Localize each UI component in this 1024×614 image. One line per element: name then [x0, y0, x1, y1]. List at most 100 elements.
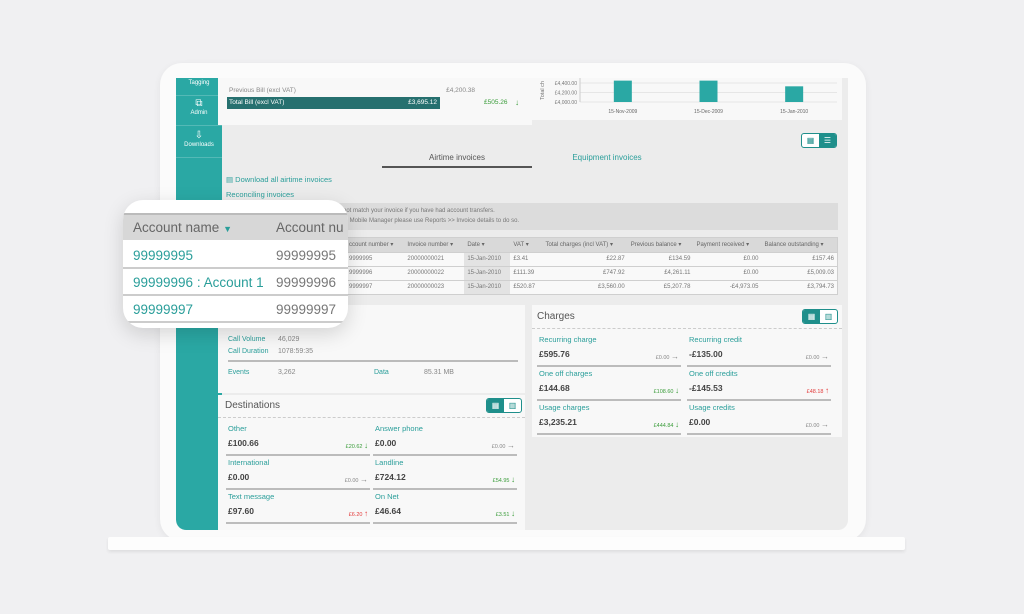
- sidebar-item-downloads[interactable]: ⇩ Downloads: [176, 126, 222, 158]
- table-cell: 15-Jan-2010: [464, 265, 511, 280]
- table-cell: £5,009.03: [761, 265, 837, 280]
- metric-tile: Recurring charge £595.76 £0.00 →: [537, 333, 681, 367]
- arrow-down-icon: ↓: [511, 475, 515, 484]
- table-row[interactable]: 9999995 20000000021 15-Jan-2010 £3.41 £22.87…: [346, 251, 837, 266]
- sidebar-item-tagging[interactable]: Tagging: [176, 78, 222, 96]
- column-header[interactable]: Previous balance ▾: [627, 238, 694, 252]
- grid-view-icon[interactable]: ▦: [487, 399, 504, 412]
- column-header[interactable]: Balance outstanding ▾: [761, 238, 837, 252]
- download-all-link[interactable]: ▤ Download all airtime invoices: [226, 175, 332, 184]
- popup-header: Account name ▼ Account nu: [123, 213, 348, 240]
- table-row[interactable]: 9999996 20000000022 15-Jan-2010 £111.39 £747…: [346, 265, 837, 280]
- charges-title: Charges: [537, 311, 575, 322]
- bar: [699, 80, 718, 102]
- sidebar-item-label: Admin: [190, 110, 208, 116]
- column-header[interactable]: Total charges (incl VAT) ▾: [542, 238, 628, 252]
- metric-value: £100.66: [228, 438, 259, 448]
- list-view-icon[interactable]: ☰: [819, 134, 836, 147]
- view-toggle[interactable]: ▦ ☰: [801, 133, 837, 148]
- sidebar-item-label: Downloads: [184, 142, 214, 148]
- table-cell: £111.39: [510, 265, 543, 280]
- bar-chart-icon[interactable]: ▥: [504, 399, 521, 412]
- call-volume-value: 46,029: [278, 336, 300, 343]
- account-dropdown-popup: Account name ▼ Account nu 99999995 999999…: [123, 200, 348, 328]
- download-all-label: Download all airtime invoices: [235, 175, 332, 184]
- metric-change: £3.51: [495, 512, 510, 518]
- table-cell: 9999995: [346, 251, 405, 266]
- metric-tile: Recurring credit -£135.00 £0.00 →: [687, 333, 831, 367]
- account-number: 99999996: [276, 275, 337, 290]
- metric-value: £0.00: [689, 417, 711, 427]
- metric-change: £54.95: [492, 478, 510, 484]
- metric-label: On Net: [375, 492, 399, 501]
- total-charges-chart: £4,400.00 £4,200.00 £4,000.00 Total ch 15-No…: [540, 78, 837, 115]
- account-option[interactable]: 99999996 : Account 1 99999996: [123, 269, 348, 296]
- admin-icon: ⧉: [195, 98, 203, 109]
- table-cell: £4,261.11: [627, 265, 694, 280]
- metric-change: £444.84: [653, 423, 674, 429]
- table-cell: £0.00: [693, 265, 762, 280]
- metric-label: Text message: [228, 492, 275, 501]
- account-option[interactable]: 99999995 99999995: [123, 242, 348, 269]
- metric-value: £97.60: [228, 506, 254, 516]
- metric-change: £20.62: [345, 444, 363, 450]
- metric-change: £108.60: [653, 389, 674, 395]
- metric-label: Landline: [375, 458, 404, 467]
- metric-tile: One off charges £144.68 £108.60 ↓: [537, 367, 681, 401]
- bar: [613, 80, 632, 102]
- table-cell: 20000000023: [404, 279, 465, 294]
- charges-view-toggle[interactable]: ▦ ▥: [802, 309, 838, 324]
- destinations-view-toggle[interactable]: ▦ ▥: [486, 398, 522, 413]
- sidebar-item-admin[interactable]: ⧉ Admin: [176, 96, 222, 126]
- account-name: 99999995: [133, 248, 194, 263]
- arrow-right-icon: →: [671, 352, 679, 361]
- column-header[interactable]: ccount number ▾: [346, 238, 405, 252]
- sort-down-icon: ▼: [223, 224, 232, 234]
- column-header[interactable]: VAT ▾: [510, 238, 543, 252]
- divider: [228, 360, 518, 362]
- header-label: Account name: [133, 220, 220, 235]
- reconciling-invoices-link[interactable]: Reconciling invoices: [226, 190, 294, 199]
- metric-label: Usage charges: [539, 403, 590, 412]
- grid-view-icon[interactable]: ▦: [803, 310, 820, 323]
- y-tick-label: £4,200.00: [555, 91, 577, 97]
- data-value: 85.31 MB: [424, 369, 454, 376]
- bar-chart-icon[interactable]: ▥: [820, 310, 837, 323]
- account-option[interactable]: 99999997 99999997: [123, 296, 348, 323]
- metric-label: One off credits: [689, 369, 738, 378]
- metric-change: £0.00: [805, 423, 820, 429]
- y-tick-label: £4,400.00: [555, 81, 577, 87]
- arrow-down-icon: ↓: [515, 98, 519, 107]
- arrow-down-icon: ↓: [364, 441, 368, 450]
- arrow-down-icon: ↓: [675, 386, 679, 395]
- table-cell: 15-Jan-2010: [464, 279, 511, 294]
- metric-label: Other: [228, 424, 247, 433]
- metric-label: Usage credits: [689, 403, 735, 412]
- tab-airtime-invoices[interactable]: Airtime invoices: [382, 153, 532, 162]
- bar: [785, 86, 804, 102]
- table-cell: £134.59: [627, 251, 694, 266]
- call-volume-label: Call Volume: [228, 336, 266, 343]
- table-row[interactable]: 9999997 20000000023 15-Jan-2010 £520.87 £3,5…: [346, 279, 837, 294]
- arrow-up-icon: ↑: [825, 386, 829, 395]
- grid-view-icon[interactable]: ▦: [802, 134, 819, 147]
- y-tick-label: £4,000.00: [555, 100, 577, 106]
- destinations-card: Destinations ▦ ▥ Other £100.66 £20.62 ↓ Answ…: [218, 395, 525, 530]
- metric-value: £144.68: [539, 383, 570, 393]
- column-header[interactable]: Invoice number ▾: [404, 238, 465, 252]
- metric-tile: Text message £97.60 £6.20 ↑: [226, 490, 370, 524]
- previous-bill-label: Previous Bill (excl VAT): [229, 87, 296, 94]
- x-tick-label: 15-Nov-2009: [608, 109, 637, 115]
- column-header[interactable]: Date ▾: [464, 238, 511, 252]
- metric-value: -£135.00: [689, 349, 723, 359]
- divider: [532, 328, 842, 329]
- metric-tile: Other £100.66 £20.62 ↓: [226, 422, 370, 456]
- total-bill-bar: Total Bill (excl VAT) £3,695.12: [227, 97, 440, 109]
- tab-equipment-invoices[interactable]: Equipment invoices: [532, 153, 682, 162]
- metric-tile: Landline £724.12 £54.95 ↓: [373, 456, 517, 490]
- table-cell: £3,560.00: [542, 279, 628, 294]
- account-name-header[interactable]: Account name ▼: [133, 220, 232, 235]
- column-header[interactable]: Payment received ▾: [693, 238, 762, 252]
- table-cell: £0.00: [693, 251, 762, 266]
- metric-change: £0.00: [491, 444, 506, 450]
